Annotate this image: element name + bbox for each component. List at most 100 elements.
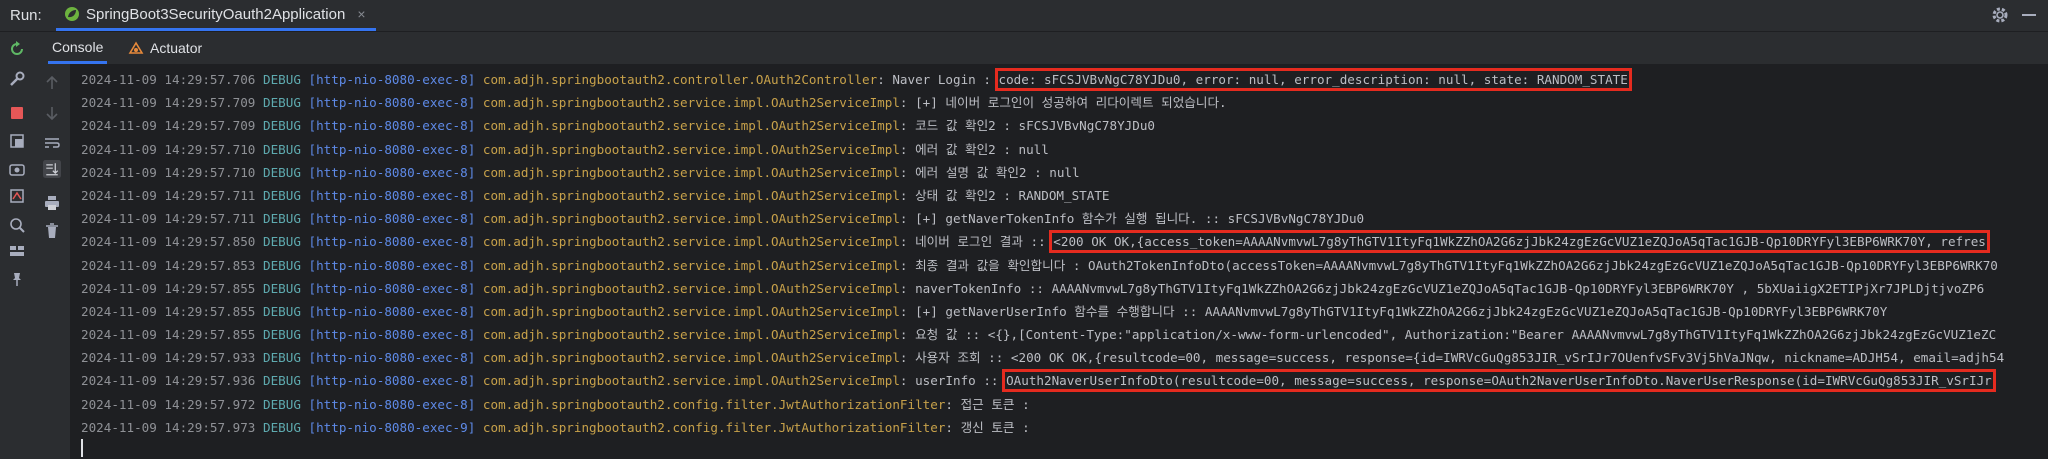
highlighted-log-value: OAuth2NaverUserInfoDto(resultcode=00, me… xyxy=(1002,369,1996,393)
log-message: : 상태 값 확인2 : RANDOM_STATE xyxy=(899,187,1110,203)
clear-icon[interactable] xyxy=(43,222,61,240)
log-message: : userInfo :: xyxy=(899,373,1007,389)
log-message: : Naver Login : xyxy=(877,72,999,87)
log-timestamp: 2024-11-09 14:29:57.706 xyxy=(81,72,256,87)
log-logger: com.adjh.springbootauth2.service.impl.OA… xyxy=(482,280,900,296)
layout-icon[interactable] xyxy=(8,242,26,260)
log-level: DEBUG xyxy=(262,211,301,227)
log-line: 2024-11-09 14:29:57.710 DEBUG [http-nio-… xyxy=(81,138,2004,161)
log-thread: [http-nio-8080-exec-8] xyxy=(308,72,476,87)
log-level: DEBUG xyxy=(262,396,301,412)
print-icon[interactable] xyxy=(43,194,61,212)
log-line: 2024-11-09 14:29:57.850 DEBUG [http-nio-… xyxy=(81,230,2004,254)
log-level: DEBUG xyxy=(262,419,301,435)
highlighted-log-value: <200 OK OK,{access_token=AAAANvmvwL7g8yT… xyxy=(1049,230,1990,254)
log-logger: com.adjh.springbootauth2.service.impl.OA… xyxy=(482,187,900,203)
log-level: DEBUG xyxy=(262,72,301,87)
log-timestamp: 2024-11-09 14:29:57.936 xyxy=(81,373,256,389)
log-thread: [http-nio-8080-exec-8] xyxy=(308,95,476,111)
tab-actuator[interactable]: Actuator xyxy=(128,32,202,64)
log-level: DEBUG xyxy=(262,164,301,180)
log-logger: com.adjh.springbootauth2.service.impl.OA… xyxy=(482,234,900,250)
log-line: 2024-11-09 14:29:57.936 DEBUG [http-nio-… xyxy=(81,369,2004,393)
actuator-icon xyxy=(128,41,144,54)
log-logger: com.adjh.springbootauth2.service.impl.OA… xyxy=(482,257,900,273)
log-message: : 에러 설명 값 확인2 : null xyxy=(899,164,1080,180)
log-line: 2024-11-09 14:29:57.710 DEBUG [http-nio-… xyxy=(81,161,2004,184)
log-thread: [http-nio-8080-exec-8] xyxy=(308,164,476,180)
log-message: : 사용자 조회 :: <200 OK OK,{resultcode=00, m… xyxy=(899,350,2005,366)
log-level: DEBUG xyxy=(262,141,301,157)
stop-icon[interactable] xyxy=(8,104,26,122)
tab-console[interactable]: Console xyxy=(48,32,108,64)
restore-layout-icon[interactable] xyxy=(8,132,26,150)
log-level: DEBUG xyxy=(262,280,301,296)
gear-icon[interactable] xyxy=(1990,5,2010,25)
log-line: 2024-11-09 14:29:57.853 DEBUG [http-nio-… xyxy=(81,254,2004,277)
log-logger: com.adjh.springbootauth2.service.impl.OA… xyxy=(482,350,900,366)
wrench-icon[interactable] xyxy=(8,70,26,88)
run-config-tab[interactable]: SpringBoot3SecurityOauth2Application × xyxy=(56,0,376,31)
log-thread: [http-nio-8080-exec-8] xyxy=(308,234,476,250)
log-timestamp: 2024-11-09 14:29:57.973 xyxy=(81,419,256,435)
screenshot-icon[interactable] xyxy=(8,160,26,178)
console-subtabs: Console Actuator xyxy=(34,32,2048,65)
log-logger: com.adjh.springbootauth2.config.filter.J… xyxy=(482,396,946,412)
run-label: Run: xyxy=(10,7,42,24)
log-timestamp: 2024-11-09 14:29:57.711 xyxy=(81,211,256,227)
run-toolwindow-header: Run: SpringBoot3SecurityOauth2Applicatio… xyxy=(0,0,2048,32)
log-level: DEBUG xyxy=(262,95,301,111)
log-message: : 에러 값 확인2 : null xyxy=(899,141,1049,157)
log-timestamp: 2024-11-09 14:29:57.855 xyxy=(81,280,256,296)
log-line: 2024-11-09 14:29:57.855 DEBUG [http-nio-… xyxy=(81,300,2004,323)
scroll-up-icon[interactable] xyxy=(43,74,61,92)
log-line: 2024-11-09 14:29:57.711 DEBUG [http-nio-… xyxy=(81,207,2004,230)
log-timestamp: 2024-11-09 14:29:57.972 xyxy=(81,396,256,412)
rerun-icon[interactable] xyxy=(8,40,26,58)
log-message: : 최종 결과 값을 확인합니다 : OAuth2TokenInfoDto(ac… xyxy=(899,257,1998,273)
log-timestamp: 2024-11-09 14:29:57.855 xyxy=(81,303,256,319)
log-thread: [http-nio-8080-exec-8] xyxy=(308,373,476,389)
soft-wrap-icon[interactable] xyxy=(43,134,61,152)
log-line: 2024-11-09 14:29:57.855 DEBUG [http-nio-… xyxy=(81,277,2004,300)
highlighted-log-value: code: sFCSJVBvNgC78YJDu0, error: null, e… xyxy=(994,68,1632,91)
log-thread: [http-nio-8080-exec-8] xyxy=(308,141,476,157)
log-message: : [+] 네이버 로그인이 성공하여 리다이렉트 되었습니다. xyxy=(899,95,1227,111)
log-logger: com.adjh.springbootauth2.service.impl.OA… xyxy=(482,303,900,319)
text-caret xyxy=(81,439,83,457)
log-thread: [http-nio-8080-exec-8] xyxy=(308,327,476,343)
run-config-tab-label: SpringBoot3SecurityOauth2Application xyxy=(86,5,346,23)
minimize-icon[interactable] xyxy=(2022,14,2036,16)
log-logger: com.adjh.springbootauth2.service.impl.OA… xyxy=(482,118,900,134)
log-line: 2024-11-09 14:29:57.933 DEBUG [http-nio-… xyxy=(81,346,2004,369)
log-timestamp: 2024-11-09 14:29:57.709 xyxy=(81,95,256,111)
log-message: : [+] getNaverTokenInfo 함수가 실행 됩니다. :: s… xyxy=(899,211,1365,227)
log-timestamp: 2024-11-09 14:29:57.853 xyxy=(81,257,256,273)
log-thread: [http-nio-8080-exec-8] xyxy=(308,187,476,203)
log-level: DEBUG xyxy=(262,327,301,343)
dump-threads-icon[interactable] xyxy=(8,187,26,205)
log-thread: [http-nio-8080-exec-8] xyxy=(308,350,476,366)
log-logger: com.adjh.springbootauth2.service.impl.OA… xyxy=(482,164,900,180)
log-thread: [http-nio-8080-exec-8] xyxy=(308,118,476,134)
log-line: 2024-11-09 14:29:57.855 DEBUG [http-nio-… xyxy=(81,323,2004,346)
log-thread: [http-nio-8080-exec-8] xyxy=(308,211,476,227)
log-timestamp: 2024-11-09 14:29:57.710 xyxy=(81,141,256,157)
log-level: DEBUG xyxy=(262,303,301,319)
pin-icon[interactable] xyxy=(8,270,26,288)
log-timestamp: 2024-11-09 14:29:57.850 xyxy=(81,234,256,250)
scroll-down-icon[interactable] xyxy=(43,104,61,122)
log-message: : 접근 토큰 : xyxy=(945,396,1030,412)
log-level: DEBUG xyxy=(262,373,301,389)
log-thread: [http-nio-8080-exec-9] xyxy=(308,419,476,435)
close-icon[interactable]: × xyxy=(357,6,365,22)
log-message: : 네이버 로그인 결과 :: xyxy=(899,234,1054,250)
log-logger: com.adjh.springbootauth2.service.impl.OA… xyxy=(482,141,900,157)
console-output[interactable]: 2024-11-09 14:29:57.706 DEBUG [http-nio-… xyxy=(71,64,2048,459)
log-timestamp: 2024-11-09 14:29:57.710 xyxy=(81,164,256,180)
console-toolbar xyxy=(34,64,71,459)
log-line: 2024-11-09 14:29:57.706 DEBUG [http-nio-… xyxy=(81,68,2004,91)
scroll-to-end-icon[interactable] xyxy=(43,160,61,178)
coverage-icon[interactable] xyxy=(8,216,26,234)
log-message: : [+] getNaverUserInfo 함수를 수행합니다 :: AAAA… xyxy=(899,303,1888,319)
